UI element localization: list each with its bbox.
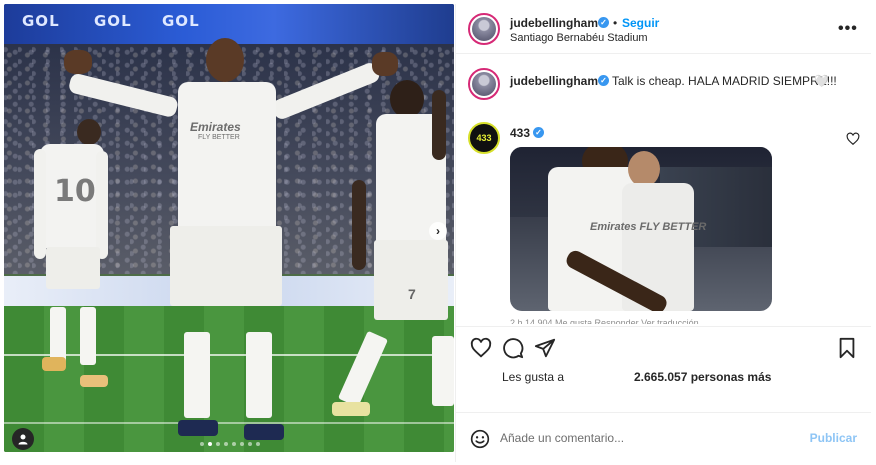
more-icon[interactable]: •••: [838, 20, 858, 38]
bookmark-icon[interactable]: [836, 337, 858, 359]
caption-avatar[interactable]: [468, 68, 500, 100]
separator-dot: •: [613, 16, 618, 30]
author-avatar[interactable]: [468, 13, 500, 45]
carousel-dot: [224, 442, 228, 446]
white-heart-emoji: 🤍: [814, 74, 829, 88]
author-username[interactable]: judebellingham: [510, 16, 598, 30]
share-icon[interactable]: [534, 337, 556, 359]
banner-text: GOL: [162, 12, 200, 30]
carousel-dot: [216, 442, 220, 446]
comment-bar: Publicar: [456, 412, 871, 462]
verified-icon: ✓: [598, 75, 609, 86]
comment-input[interactable]: [500, 427, 800, 449]
post-actions: [456, 326, 871, 366]
post-side-panel: judebellingham ✓ • Seguir Santiago Berna…: [455, 4, 871, 462]
carousel-dot: [256, 442, 260, 446]
carousel-dot: [208, 442, 212, 446]
jersey-number: 7: [408, 286, 416, 302]
carousel-dot: [200, 442, 204, 446]
banner-text: GOL: [22, 12, 60, 30]
carousel-dot: [248, 442, 252, 446]
heart-icon[interactable]: [470, 337, 492, 359]
likes-count[interactable]: 2.665.057 personas más: [634, 370, 771, 384]
publish-button[interactable]: Publicar: [810, 431, 857, 445]
caption-text: Talk is cheap. HALA MADRID SIEMPRE!!!: [612, 74, 837, 88]
media-sponsor: Emirates FLY BETTER: [590, 221, 707, 233]
carousel-dot: [232, 442, 236, 446]
emoji-icon[interactable]: [470, 429, 490, 449]
carousel-dot: [240, 442, 244, 446]
banner-text: GOL: [94, 12, 132, 30]
player-main: Emirates FLY BETTER: [64, 36, 398, 452]
player-number-10: 10: [32, 119, 112, 389]
commenter-username[interactable]: 433: [510, 126, 530, 140]
shirt-sponsor-sub: FLY BETTER: [198, 134, 240, 141]
follow-button[interactable]: Seguir: [622, 16, 659, 30]
likes-prefix: Les gusta a: [502, 370, 565, 384]
user-tag-icon[interactable]: [12, 428, 34, 450]
heart-icon[interactable]: [846, 132, 860, 146]
caption-username[interactable]: judebellingham: [510, 74, 598, 88]
post-location[interactable]: Santiago Bernabéu Stadium: [510, 32, 648, 44]
carousel-indicator: [200, 442, 260, 446]
verified-icon: ✓: [598, 17, 609, 28]
next-arrow-icon[interactable]: ›: [429, 222, 447, 240]
player-number-7: 7: [332, 80, 454, 430]
post-photo[interactable]: GOL GOL GOL 10 Emirates FLY BETTER 7 ›: [4, 4, 454, 452]
shirt-sponsor: Emirates: [190, 120, 241, 134]
post-header: judebellingham ✓ • Seguir Santiago Berna…: [456, 4, 871, 54]
jersey-number: 10: [54, 174, 96, 209]
commenter-avatar[interactable]: 433: [468, 122, 500, 154]
comment-media[interactable]: Emirates FLY BETTER: [510, 147, 772, 311]
comment-meta: 2 h 14.904 Me gusta Responder Ver traduc…: [510, 318, 699, 324]
verified-icon: ✓: [533, 127, 544, 138]
comment-icon[interactable]: [502, 337, 524, 359]
